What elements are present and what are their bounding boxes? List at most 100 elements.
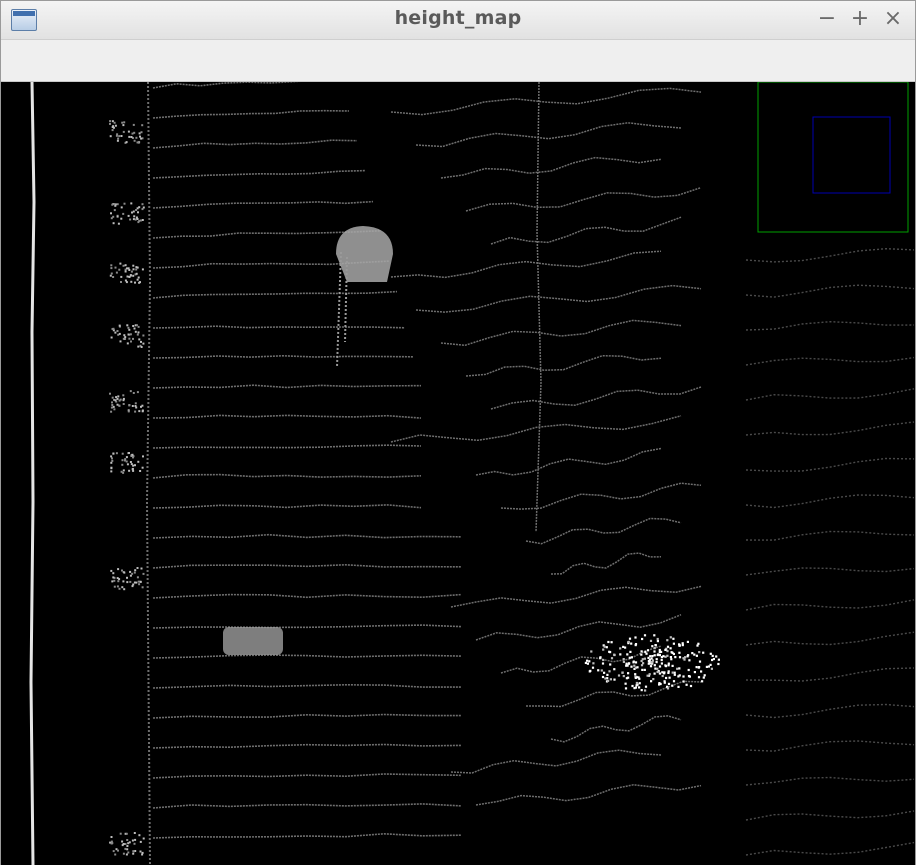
pole-point <box>130 136 133 138</box>
pole-point <box>116 585 119 588</box>
pole-point <box>110 336 113 339</box>
pole-point <box>139 580 142 583</box>
tree-point <box>715 655 718 658</box>
tree-point <box>682 675 685 678</box>
tree-point <box>668 676 671 679</box>
height-map-view[interactable] <box>1 82 915 865</box>
pole-point <box>133 571 136 574</box>
tree-point <box>648 673 651 676</box>
pole-point <box>110 410 113 413</box>
tree-point <box>650 680 653 683</box>
pole-point <box>110 461 113 464</box>
pole-point <box>134 838 137 841</box>
pole-point <box>123 334 126 337</box>
pole-point <box>109 392 111 395</box>
pole-point <box>114 853 117 856</box>
pole-point <box>116 133 119 136</box>
pole-point <box>136 278 139 281</box>
tree-point <box>682 680 685 683</box>
pole-point <box>131 453 134 456</box>
pole-point <box>120 206 123 209</box>
window-title: height_map <box>394 7 522 29</box>
maximize-button[interactable]: + <box>848 6 872 32</box>
pole-point <box>138 583 141 586</box>
tree-point <box>685 683 688 686</box>
pole-point <box>122 394 125 397</box>
tree-point <box>634 636 637 639</box>
tree-point <box>622 675 625 678</box>
inset-outer-frame <box>757 82 909 233</box>
scan-line <box>745 284 915 298</box>
tree-point <box>710 667 713 670</box>
scan-line <box>152 593 462 599</box>
title-bar[interactable]: height_map − + × <box>1 1 915 40</box>
tree-point <box>683 658 686 661</box>
scan-line <box>152 773 462 779</box>
tree-point <box>703 674 706 677</box>
pole-point <box>120 470 123 473</box>
tree-point <box>671 671 674 674</box>
tree-point <box>634 643 638 646</box>
tree-point <box>698 651 701 654</box>
tree-point <box>586 662 589 665</box>
pole-point <box>110 272 113 275</box>
tree-point <box>588 670 591 673</box>
pole-point <box>121 463 124 466</box>
tree-point <box>695 654 698 657</box>
scan-line <box>525 517 682 545</box>
close-button[interactable]: × <box>881 6 905 32</box>
pole-point <box>122 403 125 405</box>
pole-point <box>124 270 127 273</box>
pole-point <box>129 274 132 277</box>
tree-point <box>630 656 633 659</box>
tree-point <box>597 669 600 672</box>
tree-point <box>672 642 675 645</box>
tree-point <box>640 650 643 653</box>
pole-point <box>141 124 144 127</box>
pole-point <box>126 463 129 466</box>
pole-point <box>138 281 141 284</box>
tree-point <box>658 665 662 668</box>
tree-point <box>652 678 655 681</box>
pole-point <box>128 337 131 340</box>
tree-point <box>622 658 625 661</box>
pole-point <box>133 832 136 834</box>
pole-point <box>123 121 126 124</box>
pole-point <box>135 581 138 584</box>
tree-point <box>649 665 653 668</box>
tree-point <box>663 671 666 674</box>
pole-point <box>129 333 132 336</box>
tree-point <box>638 682 641 685</box>
tree-point <box>671 664 674 667</box>
tree-point <box>656 637 659 641</box>
scan-line <box>450 585 702 608</box>
pole-point <box>122 852 125 855</box>
pole-point <box>120 217 123 220</box>
tree-point <box>678 643 681 646</box>
minimize-button[interactable]: − <box>815 6 839 32</box>
pole-point <box>141 853 144 856</box>
pole-point <box>129 390 132 393</box>
tree-point <box>687 654 690 657</box>
tree-point <box>666 639 669 642</box>
pole-point <box>110 470 113 473</box>
tree-point <box>687 668 690 672</box>
pole-point <box>118 135 121 138</box>
pole-point <box>117 568 120 571</box>
pole-point <box>115 452 118 455</box>
tree-point <box>602 648 605 651</box>
pole-point <box>125 853 128 856</box>
pole-point <box>135 406 138 409</box>
tree-point <box>655 658 658 661</box>
tree-point <box>619 653 622 656</box>
pole-point <box>136 391 139 394</box>
pole-point <box>140 131 143 134</box>
scan-line <box>745 776 915 786</box>
scan-line <box>152 654 462 659</box>
scan-line <box>745 494 915 509</box>
scan-line <box>745 320 915 331</box>
tree-point <box>604 677 607 680</box>
pole-point <box>136 576 139 579</box>
scan-line <box>152 683 461 689</box>
pole-point <box>112 452 115 455</box>
